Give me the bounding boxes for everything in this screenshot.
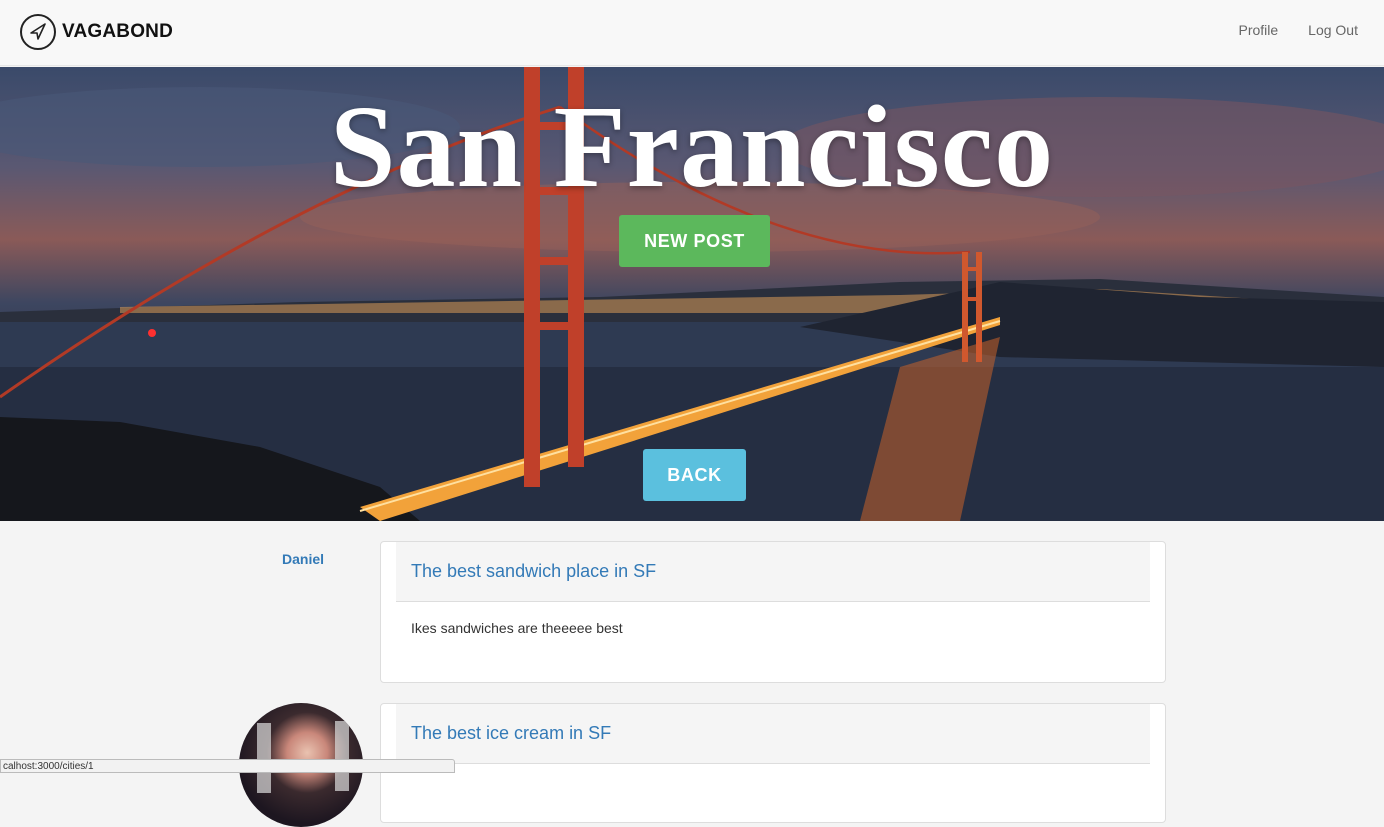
browser-status-url: calhost:3000/cities/1	[0, 759, 455, 773]
post-heading: The best ice cream in SF	[396, 704, 1150, 764]
nav-link-profile[interactable]: Profile	[1238, 22, 1278, 38]
new-post-button[interactable]: NEW POST	[619, 215, 770, 267]
nav-links: Profile Log Out	[1238, 22, 1358, 38]
post-author-link[interactable]: Daniel	[282, 551, 324, 567]
back-button[interactable]: BACK	[643, 449, 746, 501]
navbar: VAGABOND Profile Log Out	[0, 0, 1384, 66]
brand-link[interactable]: VAGABOND	[20, 11, 173, 53]
post-title-link[interactable]: The best sandwich place in SF	[411, 561, 656, 582]
navigation-arrow-icon	[20, 14, 56, 50]
nav-link-logout[interactable]: Log Out	[1308, 22, 1358, 38]
brand-name: VAGABOND	[62, 21, 174, 42]
post-heading: The best sandwich place in SF	[396, 542, 1150, 602]
post-title-link[interactable]: The best ice cream in SF	[411, 723, 611, 744]
post-body: Ikes sandwiches are theeeee best	[411, 620, 623, 636]
city-title: San Francisco	[329, 81, 1055, 212]
post-panel: The best sandwich place in SF Ikes sandw…	[380, 541, 1166, 683]
post-panel: The best ice cream in SF	[380, 703, 1166, 823]
hero-banner: San Francisco NEW POST BACK	[0, 67, 1384, 521]
